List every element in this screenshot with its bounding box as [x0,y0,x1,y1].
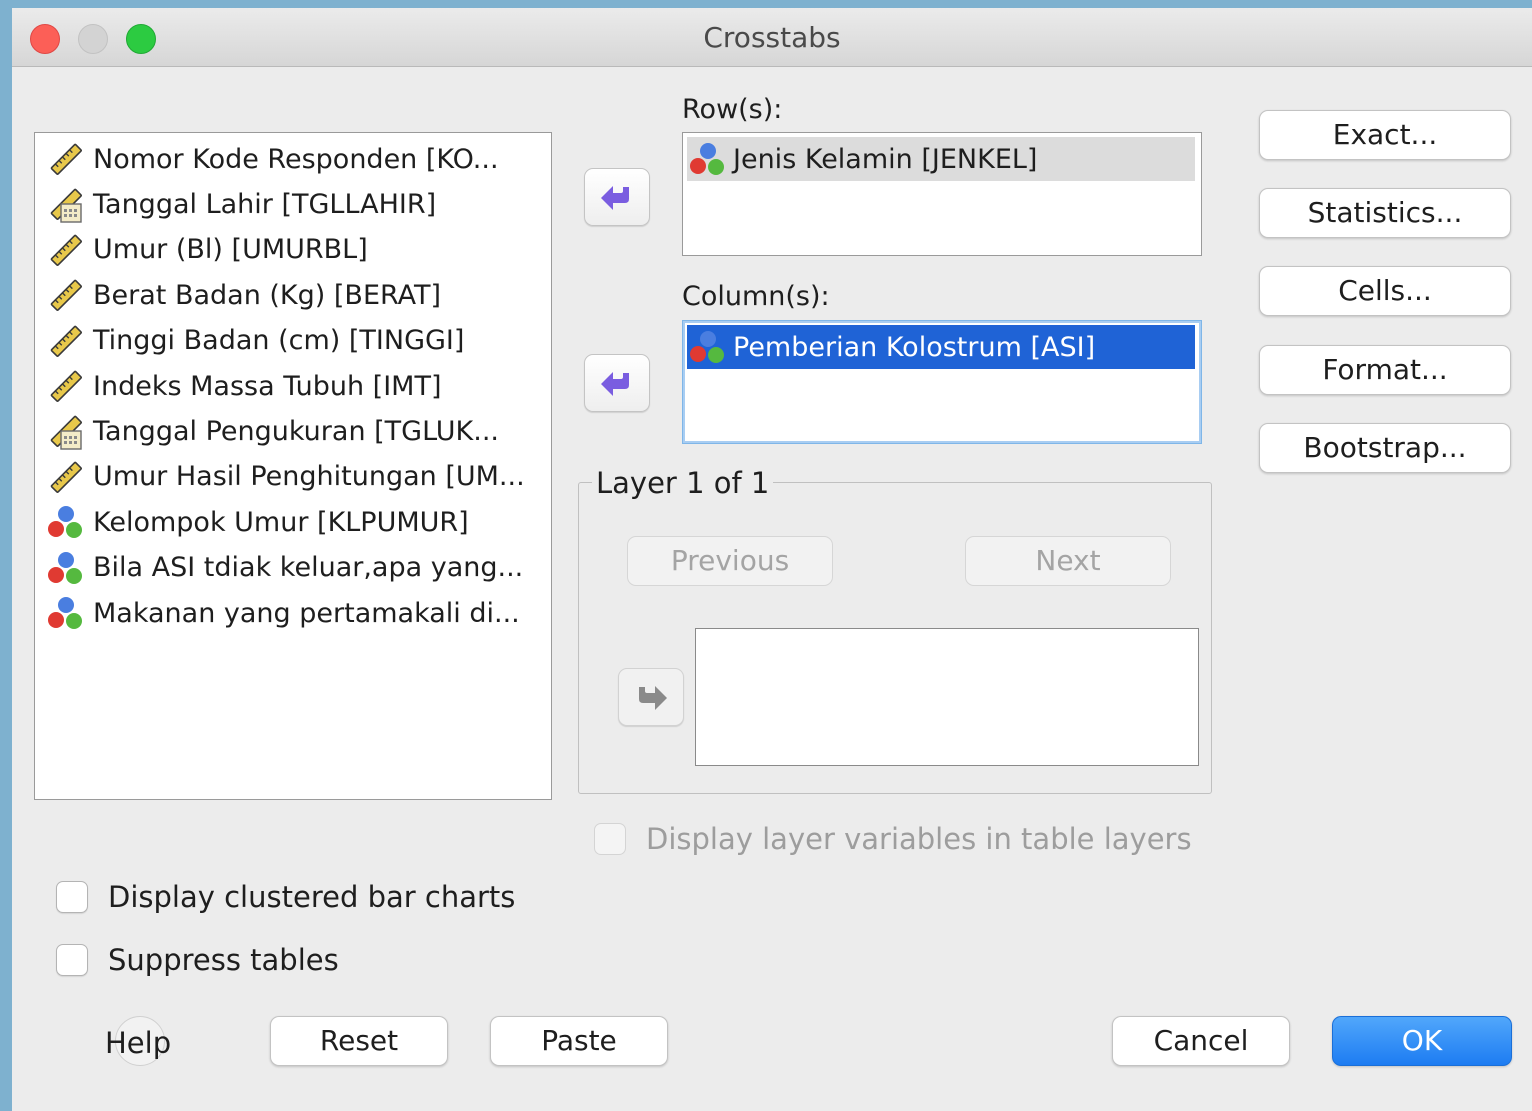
crosstabs-dialog: Crosstabs Nomor Kode Responden [KO... Tan… [12,8,1532,1111]
previous-layer-button[interactable]: Previous [627,536,833,586]
variable-label: Umur (Bl) [UMURBL] [93,234,368,266]
ruler-scale-icon [50,461,82,493]
list-item[interactable]: Tanggal Lahir [TGLLAHIR] [45,184,436,224]
list-item[interactable]: Tanggal Pengukuran [TGLUK... [45,411,499,451]
format-button[interactable]: Format... [1259,345,1511,395]
rows-label: Row(s): [682,94,783,125]
paste-button[interactable]: Paste [490,1016,668,1066]
checkbox-box[interactable] [56,944,88,976]
variable-label: Indeks Massa Tubuh [IMT] [93,370,442,402]
nominal-balls-icon [48,506,82,539]
nominal-balls-icon [690,143,724,175]
arrow-left-icon [601,372,629,396]
variable-label: Tanggal Pengukuran [TGLUK... [93,415,500,447]
columns-list[interactable]: Pemberian Kolostrum [ASI] [682,320,1202,444]
nominal-balls-icon [48,597,82,629]
list-item[interactable]: Jenis Kelamin [JENKEL] [687,137,1195,181]
list-item[interactable]: Makanan yang pertamakali di... [45,593,520,633]
variable-label: Berat Badan (Kg) [BERAT] [93,279,442,311]
variable-label: Bila ASI tdiak keluar,apa yang... [93,552,524,584]
calendar-scale-icon [50,189,82,224]
cancel-button[interactable]: Cancel [1112,1016,1290,1066]
ruler-scale-icon [50,143,82,175]
title-bar: Crosstabs [12,8,1532,67]
ruler-scale-icon [50,279,82,312]
list-item[interactable]: Nomor Kode Responden [KO... [45,139,499,179]
ok-button[interactable]: OK [1332,1016,1512,1066]
variable-label: Tanggal Lahir [TGLLAHIR] [93,188,437,220]
variable-label: Kelompok Umur [KLPUMUR] [93,506,469,538]
ruler-scale-icon [50,234,82,266]
checkbox-box[interactable] [56,881,88,913]
layer-title: Layer 1 of 1 [592,466,774,500]
list-item[interactable]: Pemberian Kolostrum [ASI] [687,325,1195,369]
suppress-tables-checkbox[interactable]: Suppress tables [56,943,339,977]
cells-button[interactable]: Cells... [1259,266,1511,316]
variable-label: Umur Hasil Penghitungan [UM... [93,461,525,493]
clustered-bar-charts-checkbox[interactable]: Display clustered bar charts [56,880,515,914]
checkbox-box[interactable] [594,823,626,855]
nominal-balls-icon [48,551,82,584]
bootstrap-button[interactable]: Bootstrap... [1259,423,1511,473]
variable-label: Makanan yang pertamakali di... [93,597,520,629]
source-variable-list[interactable]: Nomor Kode Responden [KO... Tanggal Lahir… [34,132,552,800]
arrow-left-icon [601,186,629,210]
list-item[interactable]: Tinggi Badan (cm) [TINGGI] [45,321,464,361]
list-item[interactable]: Berat Badan (Kg) [BERAT] [45,275,441,315]
list-item[interactable]: Umur Hasil Penghitungan [UM... [45,457,525,497]
variable-label: Nomor Kode Responden [KO... [93,143,499,175]
statistics-button[interactable]: Statistics... [1259,188,1511,238]
move-to-columns-button[interactable] [584,354,650,412]
window-title: Crosstabs [703,21,841,54]
move-to-rows-button[interactable] [584,168,650,226]
arrow-right-icon [639,686,667,710]
column-variable-label: Pemberian Kolostrum [ASI] [733,331,1096,363]
ruler-scale-icon [50,370,82,402]
calendar-scale-icon [50,416,82,451]
list-item[interactable]: Kelompok Umur [KLPUMUR] [45,502,469,542]
list-item[interactable]: Umur (Bl) [UMURBL] [45,230,368,270]
reset-button[interactable]: Reset [270,1016,448,1066]
help-button[interactable]: Help [105,1026,171,1060]
list-item[interactable]: Indeks Massa Tubuh [IMT] [45,366,441,406]
exact-button[interactable]: Exact... [1259,110,1511,160]
move-to-layer-button[interactable] [618,668,684,726]
next-layer-button[interactable]: Next [965,536,1171,586]
rows-list[interactable]: Jenis Kelamin [JENKEL] [682,132,1202,256]
row-variable-label: Jenis Kelamin [JENKEL] [733,143,1038,175]
variable-label: Tinggi Badan (cm) [TINGGI] [93,325,465,357]
list-item[interactable]: Bila ASI tdiak keluar,apa yang... [45,548,523,588]
ruler-scale-icon [50,325,82,357]
display-layer-variables-checkbox[interactable]: Display layer variables in table layers [594,822,1192,856]
columns-label: Column(s): [682,281,830,312]
nominal-balls-icon [690,331,724,363]
layer-list[interactable] [695,628,1199,766]
